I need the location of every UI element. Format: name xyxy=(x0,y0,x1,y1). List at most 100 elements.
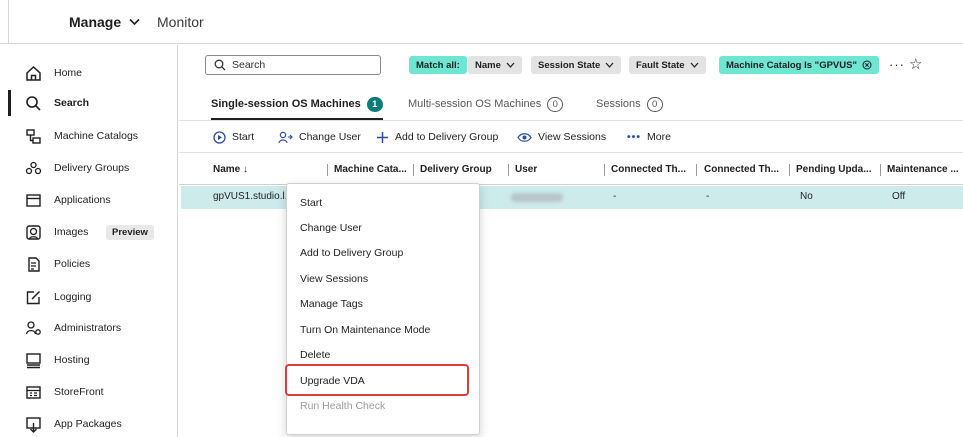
redacted-user xyxy=(511,193,563,202)
sidebar-item-label: StoreFront xyxy=(54,386,104,398)
filter-session-state[interactable]: Session State xyxy=(531,56,622,74)
sidebar-item-label: Search xyxy=(54,97,90,109)
sidebar-item-search[interactable]: Search xyxy=(0,89,178,117)
policies-icon xyxy=(24,255,42,273)
menu-item-view-sessions[interactable]: View Sessions xyxy=(287,266,479,291)
chevron-down-icon xyxy=(129,18,140,26)
tab-count-badge: 1 xyxy=(366,96,383,112)
manage-menu[interactable]: Manage xyxy=(69,14,140,30)
hosting-icon xyxy=(24,351,42,369)
sidebar-item-machine-catalogs[interactable]: Machine Catalogs xyxy=(0,122,178,150)
tab-multi-session[interactable]: Multi-session OS Machines 0 xyxy=(408,91,564,117)
more-filters-icon[interactable]: ··· xyxy=(889,57,905,72)
filter-machine-catalog-label: Machine Catalog Is "GPVUS" xyxy=(726,59,857,71)
match-all-label: Match all: xyxy=(416,59,460,71)
preview-badge: Preview xyxy=(106,224,154,240)
sidebar-item-label: App Packages xyxy=(54,418,122,430)
sidebar-item-policies[interactable]: Policies xyxy=(0,250,178,278)
top-bar-divider xyxy=(8,0,9,44)
tab-label: Single-session OS Machines xyxy=(211,98,361,110)
more-button[interactable]: ••• More xyxy=(627,126,671,148)
menu-item-start[interactable]: Start xyxy=(287,190,479,215)
cell-connected-1: - xyxy=(613,191,617,202)
column-separator xyxy=(604,164,605,176)
more-dots-icon: ••• xyxy=(627,131,642,143)
tab-sessions[interactable]: Sessions 0 xyxy=(596,91,663,117)
search-icon xyxy=(24,94,42,112)
column-header-user[interactable]: User xyxy=(515,164,537,175)
sidebar-item-hosting[interactable]: Hosting xyxy=(0,346,178,374)
action-bar: Start Change User Add to Delivery Group … xyxy=(179,126,963,148)
tabs-divider xyxy=(179,120,963,121)
sidebar-item-label: Administrators xyxy=(54,322,122,334)
tab-single-session[interactable]: Single-session OS Machines 1 xyxy=(211,91,383,120)
menu-item-change-user[interactable]: Change User xyxy=(287,215,479,240)
search-input[interactable]: Search xyxy=(205,55,381,75)
sidebar-item-home[interactable]: Home xyxy=(0,59,178,87)
sidebar-item-administrators[interactable]: Administrators xyxy=(0,314,178,342)
plus-icon xyxy=(376,131,389,144)
filter-session-state-label: Session State xyxy=(538,59,601,71)
change-user-icon xyxy=(278,131,293,144)
cell-name: gpVUS1.studio.l... xyxy=(213,191,294,202)
tab-bar: Single-session OS Machines 1 Multi-sessi… xyxy=(179,91,963,120)
column-header-maintenance[interactable]: Maintenance ... xyxy=(887,164,959,175)
images-icon xyxy=(24,223,42,241)
view-sessions-label: View Sessions xyxy=(538,131,607,143)
monitor-tab[interactable]: Monitor xyxy=(157,14,204,30)
sidebar-item-label: Machine Catalogs xyxy=(54,130,139,142)
menu-item-manage-tags[interactable]: Manage Tags xyxy=(287,291,479,316)
tab-label: Sessions xyxy=(596,98,641,110)
start-icon xyxy=(213,130,226,144)
filter-fault-state[interactable]: Fault State xyxy=(629,56,706,74)
add-to-delivery-group-button[interactable]: Add to Delivery Group xyxy=(376,126,498,148)
more-label: More xyxy=(647,131,671,143)
start-button[interactable]: Start xyxy=(213,126,254,148)
sidebar-item-images[interactable]: Images Preview xyxy=(0,218,178,246)
start-label: Start xyxy=(232,131,255,143)
view-sessions-button[interactable]: View Sessions xyxy=(517,126,606,148)
cell-connected-2: - xyxy=(706,191,710,202)
favorite-star-icon[interactable]: ☆ xyxy=(909,55,922,73)
column-header-name[interactable]: Name ↓ xyxy=(213,164,248,175)
column-header-delivery-group[interactable]: Delivery Group xyxy=(420,164,492,175)
menu-item-turn-on-maintenance-mode[interactable]: Turn On Maintenance Mode xyxy=(287,317,479,342)
filter-name-label: Name xyxy=(475,59,501,71)
cell-maintenance: Off xyxy=(892,191,906,202)
filter-fault-state-label: Fault State xyxy=(636,59,685,71)
chevron-down-icon xyxy=(506,62,515,68)
column-header-connected-2[interactable]: Connected Th... xyxy=(704,164,779,175)
filter-name[interactable]: Name xyxy=(468,56,522,74)
column-header-connected-1[interactable]: Connected Th... xyxy=(611,164,686,175)
sidebar-item-storefront[interactable]: StoreFront xyxy=(0,378,178,406)
filter-bar: Search Match all: Name Session State Fau… xyxy=(179,55,963,77)
sidebar-item-label: Home xyxy=(54,67,83,79)
chevron-down-icon xyxy=(690,62,699,68)
column-separator xyxy=(696,164,697,176)
change-user-button[interactable]: Change User xyxy=(278,126,361,148)
match-all-chip[interactable]: Match all: xyxy=(409,56,467,74)
sidebar-item-logging[interactable]: Logging xyxy=(0,283,178,311)
filter-machine-catalog[interactable]: Machine Catalog Is "GPVUS" xyxy=(719,56,879,74)
search-icon xyxy=(214,59,226,71)
sidebar-item-label: Hosting xyxy=(54,354,90,366)
sidebar-item-label: Applications xyxy=(54,194,111,206)
actions-divider xyxy=(179,152,963,153)
table-header: Name ↓ Machine Cata... Delivery Group Us… xyxy=(179,155,963,185)
column-separator xyxy=(508,164,509,176)
app-packages-icon xyxy=(24,415,42,433)
administrators-icon xyxy=(24,319,42,337)
sidebar-item-delivery-groups[interactable]: Delivery Groups xyxy=(0,154,178,182)
delivery-groups-icon xyxy=(24,159,42,177)
column-header-pending-update[interactable]: Pending Upda... xyxy=(796,164,872,175)
sidebar-item-applications[interactable]: Applications xyxy=(0,186,178,214)
menu-item-add-to-delivery-group[interactable]: Add to Delivery Group xyxy=(287,240,479,265)
clear-filter-icon[interactable] xyxy=(862,60,872,70)
top-bar: Manage Monitor xyxy=(0,0,963,44)
tab-count-badge: 0 xyxy=(646,96,663,112)
sidebar-item-label: Delivery Groups xyxy=(54,162,130,174)
column-separator xyxy=(789,164,790,176)
column-header-machine-catalog[interactable]: Machine Cata... xyxy=(334,164,407,175)
eye-icon xyxy=(517,132,532,143)
sidebar-item-app-packages[interactable]: App Packages xyxy=(0,410,178,437)
